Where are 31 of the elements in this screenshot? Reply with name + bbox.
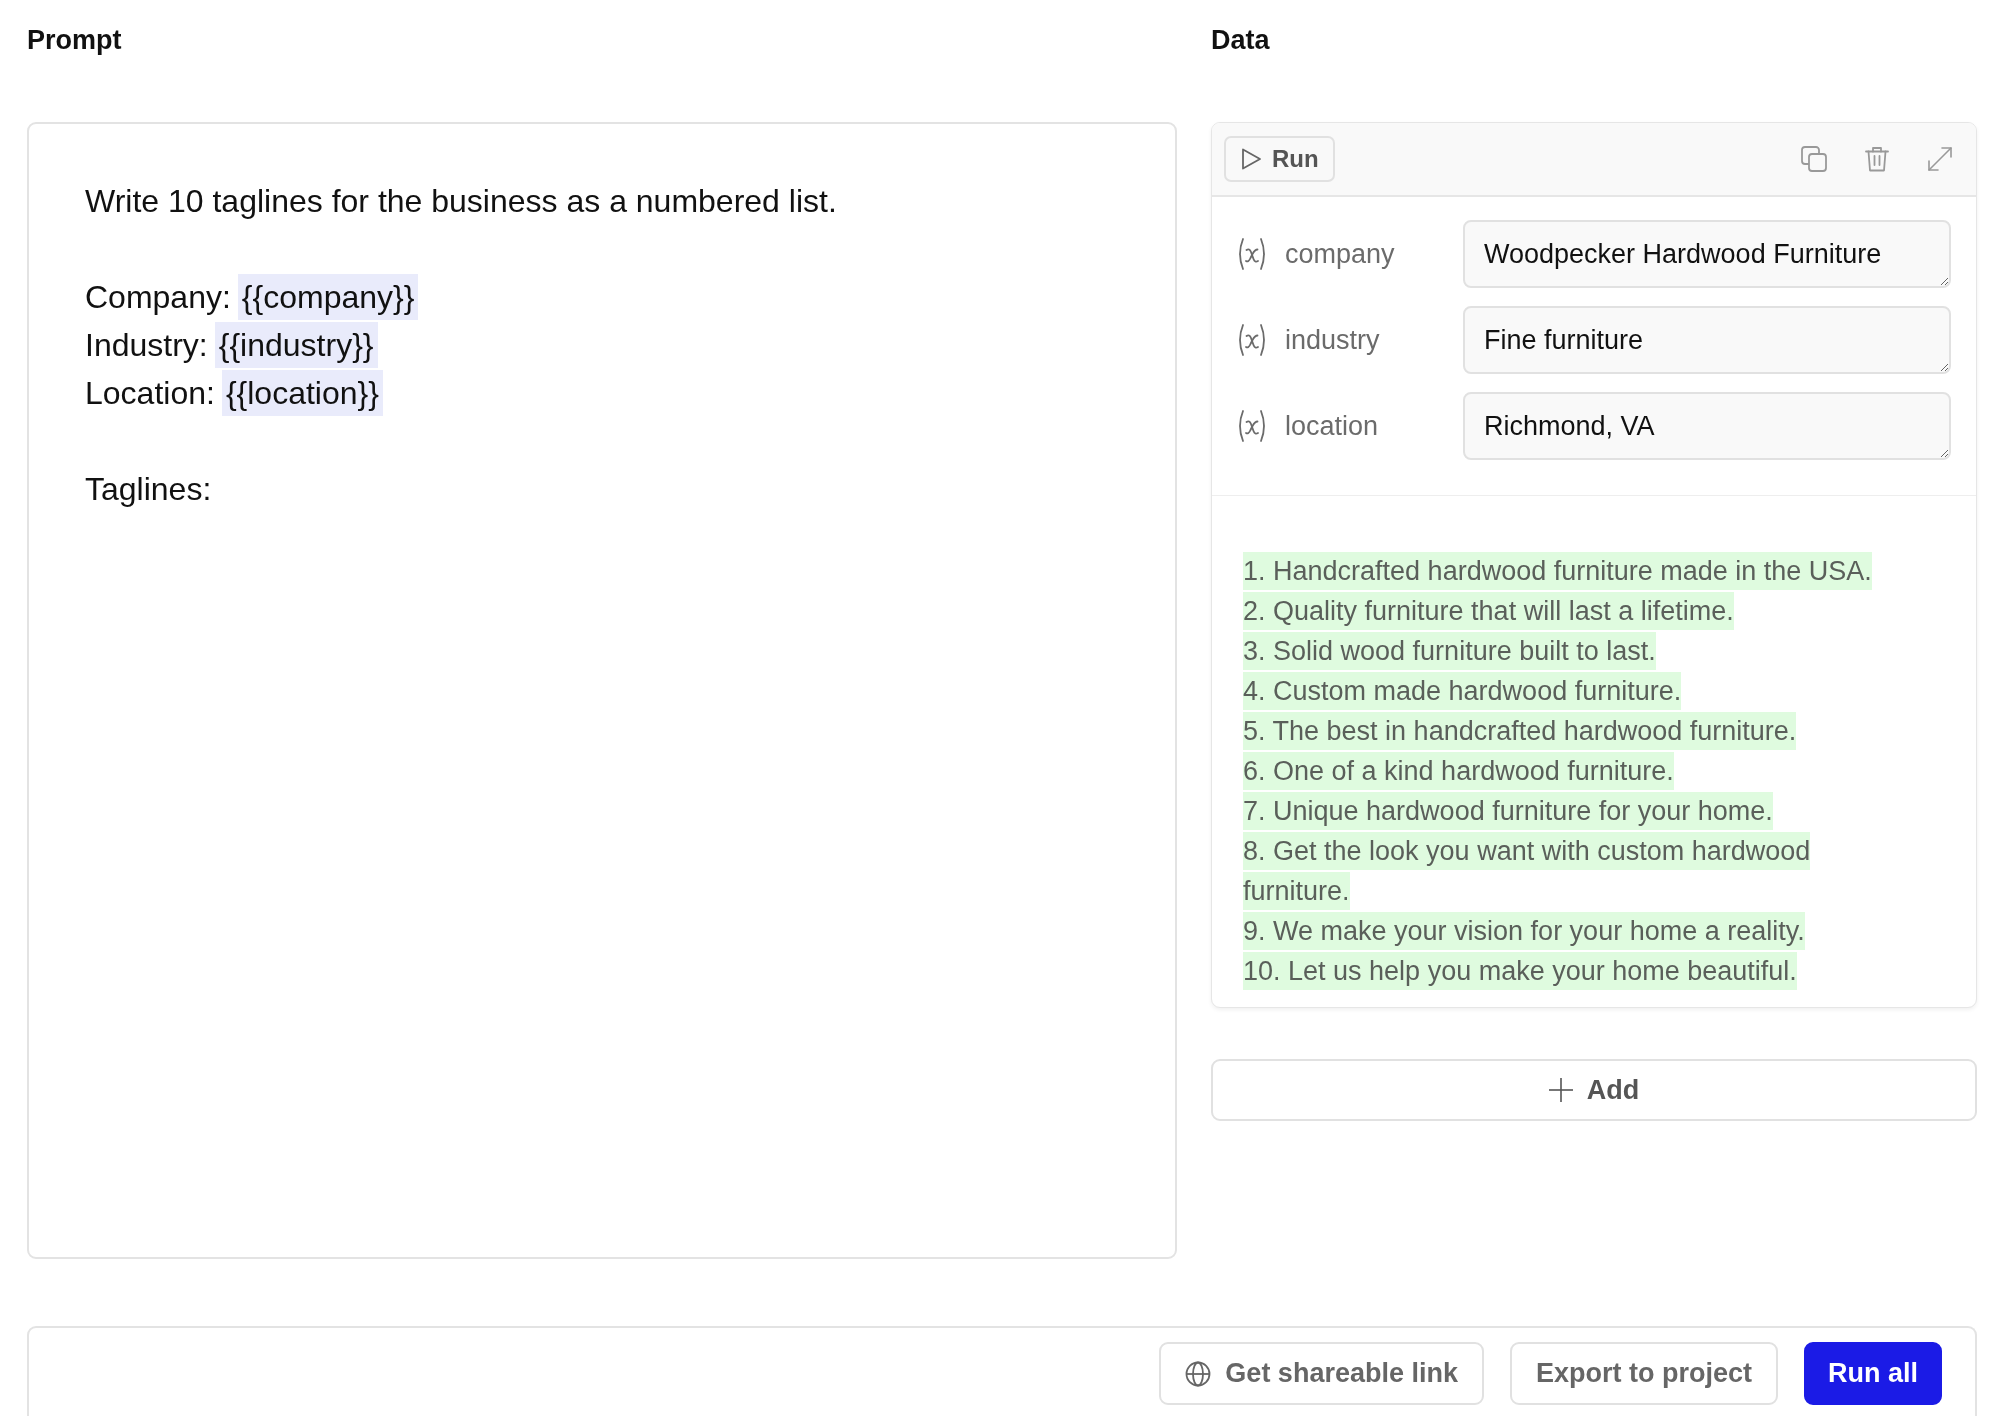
- trash-icon[interactable]: [1865, 146, 1889, 172]
- play-icon: [1240, 148, 1262, 170]
- variable-icon: [1237, 323, 1267, 357]
- variable-token: {{company}}: [237, 274, 419, 320]
- section-title: Data: [1211, 24, 1270, 56]
- variable-token: {{industry}}: [214, 322, 378, 368]
- prompt-text: Write 10 taglines for the business as a numbered list.: [85, 182, 837, 221]
- add-button[interactable]: Add: [1211, 1059, 1977, 1121]
- prompt-text: Industry:: [85, 326, 208, 365]
- variable-input[interactable]: Richmond, VA: [1463, 392, 1951, 460]
- variable-icon: [1237, 237, 1267, 271]
- section-title: Prompt: [27, 24, 122, 56]
- copy-icon[interactable]: [1801, 146, 1827, 172]
- variable-name: location: [1285, 409, 1379, 443]
- variable-name: company: [1285, 237, 1395, 271]
- variable-icon: [1237, 409, 1267, 443]
- export-button[interactable]: Export to project: [1509, 1342, 1778, 1405]
- prompt-editor[interactable]: Write 10 taglines for the business as a numbered list. Company: {{company}} Industry: {{industry}} Location: {{location}} Taglines:: [27, 122, 1177, 1259]
- share-link-button[interactable]: Get shareable link: [1159, 1342, 1484, 1405]
- run-button[interactable]: Run: [1224, 136, 1335, 182]
- prompt-text: Company:: [85, 278, 231, 317]
- variable-input[interactable]: Woodpecker Hardwood Furniture: [1463, 220, 1951, 288]
- prompt-text: Location:: [85, 374, 215, 413]
- expand-icon[interactable]: [1927, 146, 1953, 172]
- globe-icon: [1185, 1360, 1212, 1387]
- variable-name: industry: [1285, 323, 1380, 357]
- prompt-text: Taglines:: [85, 470, 212, 509]
- variable-token: {{location}}: [221, 370, 383, 416]
- variable-input[interactable]: Fine furniture: [1463, 306, 1951, 374]
- run-all-button[interactable]: Run all: [1804, 1342, 1942, 1405]
- plus-icon: [1548, 1078, 1573, 1102]
